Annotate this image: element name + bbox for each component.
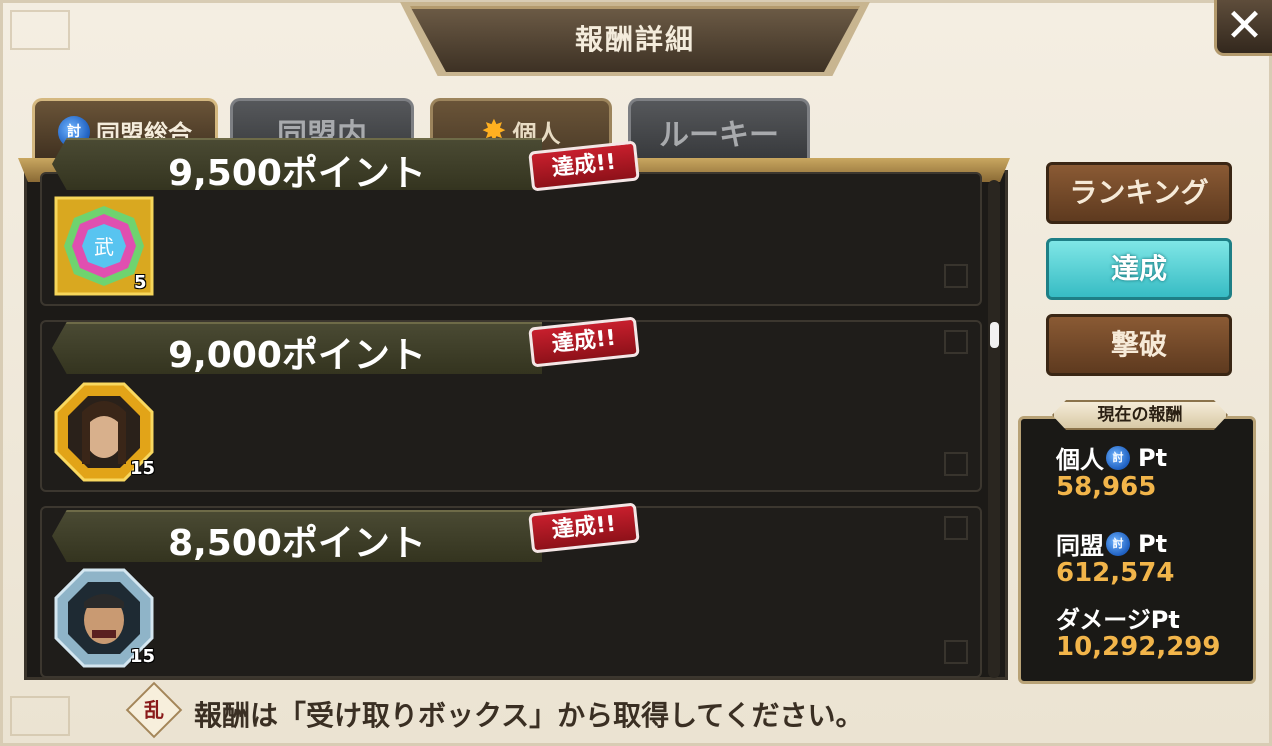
knot-ornament	[944, 640, 968, 664]
points-label: 8,500ポイント	[168, 523, 426, 564]
damage-label-text: ダメージPt	[1056, 606, 1180, 634]
knot-ornament	[944, 452, 968, 476]
personal-pt-label: 個人 討 Pt	[1056, 440, 1167, 475]
pt-suffix: Pt	[1138, 529, 1168, 558]
personal-pt-value: 58,965	[1056, 472, 1157, 502]
knot-ornament	[944, 330, 968, 354]
alliance-pt-value: 612,574	[1056, 558, 1175, 588]
pt-suffix: Pt	[1138, 443, 1168, 472]
alliance-label-text: 同盟	[1056, 532, 1104, 560]
footer-notice: 報酬は「受け取りボックス」から取得してください。	[194, 699, 864, 732]
tab-rookie[interactable]: ルーキー	[628, 98, 810, 162]
points-label: 9,500ポイント	[168, 153, 426, 194]
achievement-button[interactable]: 達成	[1046, 238, 1232, 300]
page-title: 報酬詳細	[574, 23, 695, 56]
corner-ornament	[10, 10, 70, 50]
item-count: 15	[130, 646, 156, 667]
svg-text:武: 武	[94, 235, 114, 259]
blue-seal-icon: 討	[1106, 445, 1130, 470]
personal-label-text: 個人	[1056, 446, 1104, 474]
item-count: 5	[134, 272, 147, 293]
blue-seal-icon: 討	[1106, 531, 1130, 556]
defeat-button[interactable]: 撃破	[1046, 314, 1232, 376]
scrollbar-thumb[interactable]	[990, 322, 999, 348]
damage-pt-value: 10,292,299	[1056, 632, 1221, 662]
current-reward-title: 現在の報酬	[1052, 400, 1228, 430]
corner-ornament	[10, 696, 70, 736]
scrollbar-track[interactable]	[988, 180, 1000, 678]
knot-ornament	[944, 264, 968, 288]
knot-ornament	[944, 516, 968, 540]
chaos-seal-glyph: 乱	[144, 698, 164, 722]
damage-pt-label: ダメージPt	[1056, 600, 1180, 635]
close-button[interactable]: ✕	[1214, 0, 1272, 56]
item-count: 15	[130, 458, 156, 479]
points-label: 9,000ポイント	[168, 335, 426, 376]
tab-label: ルーキー	[659, 117, 779, 153]
alliance-pt-label: 同盟 討 Pt	[1056, 526, 1167, 561]
ranking-button[interactable]: ランキング	[1046, 162, 1232, 224]
